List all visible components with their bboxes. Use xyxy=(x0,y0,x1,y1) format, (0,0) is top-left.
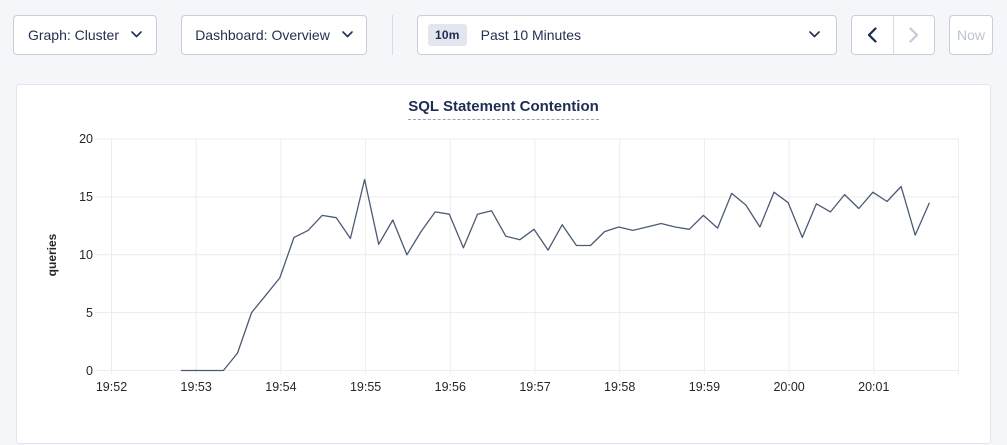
time-step-button-group xyxy=(851,15,935,55)
x-tick-label: 19:59 xyxy=(674,379,734,395)
x-tick-label: 19:52 xyxy=(82,379,142,395)
graph-dropdown-label: Graph: Cluster xyxy=(28,27,119,43)
y-tick-label: 10 xyxy=(61,247,93,263)
time-range-label: Past 10 Minutes xyxy=(481,27,809,43)
x-tick-label: 19:53 xyxy=(166,379,226,395)
dashboard-dropdown[interactable]: Dashboard: Overview xyxy=(181,15,367,55)
y-tick-label: 15 xyxy=(61,189,93,205)
x-tick-label: 19:58 xyxy=(590,379,650,395)
y-tick-label: 5 xyxy=(61,305,93,321)
x-tick-label: 19:55 xyxy=(336,379,396,395)
toolbar: Graph: Cluster Dashboard: Overview 10m P… xyxy=(0,0,1007,56)
toolbar-divider xyxy=(392,15,393,55)
now-button[interactable]: Now xyxy=(949,15,993,55)
x-tick-label: 19:54 xyxy=(251,379,311,395)
time-range-selector[interactable]: 10m Past 10 Minutes xyxy=(417,15,837,55)
x-tick-label: 19:56 xyxy=(420,379,480,395)
chevron-right-icon xyxy=(909,27,919,43)
y-tick-label: 20 xyxy=(61,131,93,147)
x-tick-label: 20:00 xyxy=(759,379,819,395)
x-tick-label: 19:57 xyxy=(505,379,565,395)
chevron-down-icon xyxy=(809,31,820,38)
next-time-button[interactable] xyxy=(893,16,935,54)
chevron-down-icon xyxy=(131,31,142,38)
graph-dropdown[interactable]: Graph: Cluster xyxy=(13,15,157,55)
chart-card: SQL Statement Contention queries 0510152… xyxy=(16,84,991,444)
chevron-down-icon xyxy=(342,31,353,38)
dashboard-dropdown-label: Dashboard: Overview xyxy=(195,27,330,43)
chevron-left-icon xyxy=(867,27,877,43)
prev-time-button[interactable] xyxy=(852,16,893,54)
series-line-queries xyxy=(181,180,929,371)
y-tick-label: 0 xyxy=(61,363,93,379)
x-tick-label: 20:01 xyxy=(844,379,904,395)
time-range-badge: 10m xyxy=(428,24,467,46)
